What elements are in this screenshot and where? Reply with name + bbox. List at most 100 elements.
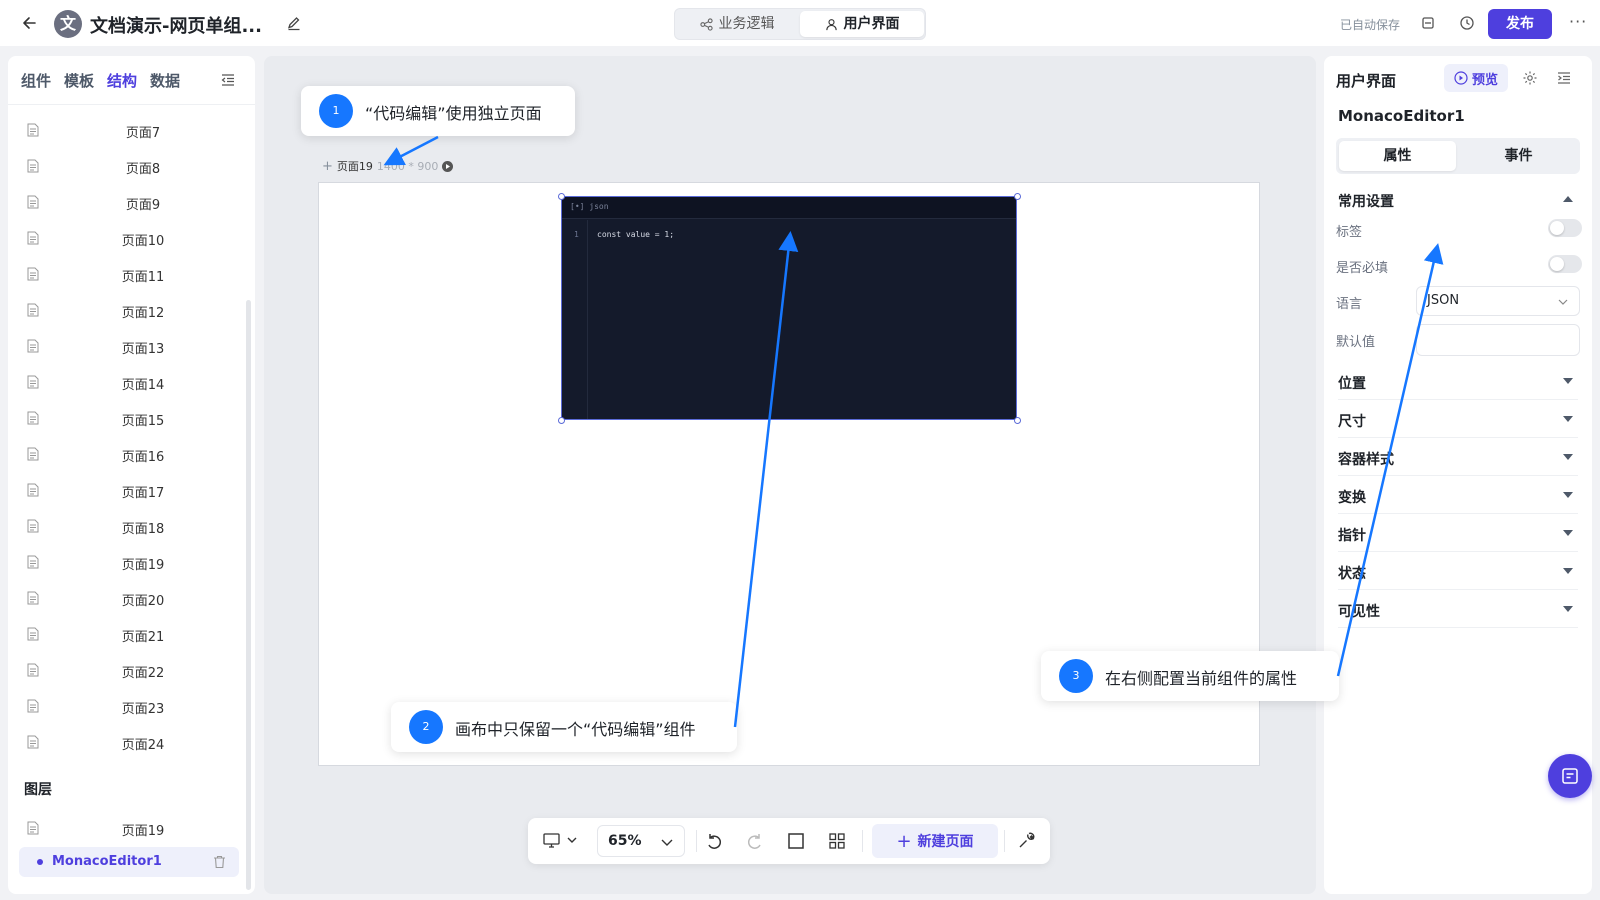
preview-button[interactable]: 预览: [1444, 64, 1508, 92]
settings-gear-icon[interactable]: [1522, 70, 1538, 86]
monaco-editor-component[interactable]: [•] json 1 const value = 1;: [561, 196, 1017, 420]
wrench-icon[interactable]: [1014, 829, 1038, 853]
page-list-label: 页面18: [121, 522, 165, 537]
play-circle-icon: [1454, 71, 1468, 85]
resize-handle-tr[interactable]: [1014, 193, 1021, 200]
left-sidebar: 组件 模板 结构 数据 页面7 页面8 页面9 页面10 页面11 页面12 页面13 页面1…: [8, 56, 255, 894]
page-list-item[interactable]: 页面14: [8, 364, 244, 400]
scrollbar[interactable]: [246, 300, 251, 890]
user-icon: [825, 18, 837, 30]
tab-business-logic[interactable]: 业务逻辑: [677, 11, 797, 37]
page-file-icon: [27, 267, 39, 281]
publish-button[interactable]: 发布: [1488, 9, 1552, 39]
preview-label: 预览: [1471, 72, 1498, 88]
tab-properties[interactable]: 属性: [1339, 141, 1456, 171]
top-header: 文 文档演示-网页单组... 业务逻辑 用户界面 已自动保存 发布 ···: [0, 0, 1600, 46]
save-icon[interactable]: [1419, 14, 1437, 32]
assistant-float-button[interactable]: [1548, 754, 1592, 798]
language-select[interactable]: JSON: [1416, 286, 1580, 316]
resize-handle-bl[interactable]: [558, 417, 565, 424]
zoom-select[interactable]: 65%: [597, 825, 685, 857]
page-list-item[interactable]: 页面18: [8, 508, 244, 544]
label-toggle[interactable]: [1548, 219, 1582, 237]
new-page-button[interactable]: + 新建页面: [872, 824, 998, 858]
device-select[interactable]: [542, 829, 582, 853]
page-file-icon: [27, 195, 39, 209]
page-list-label: 页面12: [121, 306, 165, 321]
section-header[interactable]: 状态: [1338, 552, 1578, 590]
tab-user-interface-label: 用户界面: [843, 16, 900, 32]
tab-data[interactable]: 数据: [150, 70, 180, 91]
page-list-item[interactable]: 页面9: [8, 184, 244, 220]
page-list-item[interactable]: 页面15: [8, 400, 244, 436]
tab-events[interactable]: 事件: [1460, 141, 1577, 171]
page-list-label: 页面17: [121, 486, 165, 501]
tab-user-interface[interactable]: 用户界面: [800, 11, 924, 37]
required-toggle[interactable]: [1548, 255, 1582, 273]
page-file-icon: [27, 483, 39, 497]
section-label: 可见性: [1338, 604, 1380, 620]
page-list-item[interactable]: 页面8: [8, 148, 244, 184]
redo-icon[interactable]: [743, 829, 767, 853]
more-options-icon[interactable]: ···: [1569, 12, 1587, 31]
artboard-label: + 页面19 1400 * 900: [322, 158, 454, 174]
collapse-sidebar-icon[interactable]: [220, 72, 236, 88]
section-header[interactable]: 容器样式: [1338, 438, 1578, 476]
trash-icon[interactable]: [213, 855, 226, 869]
resize-handle-tl[interactable]: [558, 193, 565, 200]
page-list-item[interactable]: 页面7: [8, 112, 244, 148]
page-list-item[interactable]: 页面16: [8, 436, 244, 472]
page-list-item[interactable]: 页面13: [8, 328, 244, 364]
page-list-item[interactable]: 页面17: [8, 472, 244, 508]
page-list-item[interactable]: 页面21: [8, 616, 244, 652]
page-list: 页面7 页面8 页面9 页面10 页面11 页面12 页面13 页面14 页面15 页面16 页面1…: [8, 112, 244, 760]
doc-title: 文档演示-网页单组...: [90, 16, 262, 37]
page-list-item[interactable]: 页面23: [8, 688, 244, 724]
layer-item-monaco[interactable]: MonacoEditor1: [19, 847, 239, 877]
section-label: 位置: [1338, 376, 1366, 392]
callout-2: 2 画布中只保留一个“代码编辑”组件: [391, 702, 737, 752]
toggle-knob: [1550, 221, 1564, 235]
frame-icon[interactable]: [784, 829, 808, 853]
add-icon[interactable]: +: [322, 159, 333, 174]
caret-down-icon: [1563, 416, 1573, 422]
page-list-item[interactable]: 页面22: [8, 652, 244, 688]
page-list-item[interactable]: 页面24: [8, 724, 244, 760]
caret-down-icon: [1563, 606, 1573, 612]
page-file-icon: [27, 159, 39, 173]
section-common-settings[interactable]: 常用设置: [1338, 180, 1578, 218]
default-value-input[interactable]: [1416, 324, 1580, 356]
section-header[interactable]: 位置: [1338, 362, 1578, 400]
section-label: 指针: [1338, 528, 1366, 544]
section-header[interactable]: 变换: [1338, 476, 1578, 514]
list-collapse-icon[interactable]: [1556, 70, 1572, 86]
history-clock-icon[interactable]: [1458, 14, 1476, 32]
page-list-item[interactable]: 页面20: [8, 580, 244, 616]
tab-structure[interactable]: 结构: [107, 70, 137, 91]
page-list-label: 页面19: [121, 558, 165, 573]
section-header[interactable]: 尺寸: [1338, 400, 1578, 438]
callout-number: 3: [1059, 659, 1093, 693]
play-icon[interactable]: [442, 160, 454, 172]
page-list-item[interactable]: 页面10: [8, 220, 244, 256]
resize-handle-br[interactable]: [1014, 417, 1021, 424]
grid-icon[interactable]: [825, 829, 849, 853]
section-header[interactable]: 指针: [1338, 514, 1578, 552]
page-list-label: 页面20: [121, 594, 165, 609]
left-tabs: 组件 模板 结构 数据: [21, 70, 180, 91]
page-list-item[interactable]: 页面11: [8, 256, 244, 292]
callout-text: 画布中只保留一个“代码编辑”组件: [455, 720, 696, 739]
layer-page-item[interactable]: 页面19: [8, 814, 244, 844]
divider: [696, 830, 697, 852]
page-file-icon: [27, 699, 39, 713]
section-header[interactable]: 可见性: [1338, 590, 1578, 628]
tab-templates[interactable]: 模板: [64, 70, 94, 91]
page-list-item[interactable]: 页面12: [8, 292, 244, 328]
page-list-item[interactable]: 页面19: [8, 544, 244, 580]
back-arrow-icon[interactable]: [20, 13, 40, 33]
edit-pencil-icon[interactable]: [286, 15, 302, 31]
undo-icon[interactable]: [702, 829, 726, 853]
tab-components[interactable]: 组件: [21, 70, 51, 91]
editor-code[interactable]: const value = 1;: [597, 230, 674, 239]
page-file-icon: [27, 663, 39, 677]
